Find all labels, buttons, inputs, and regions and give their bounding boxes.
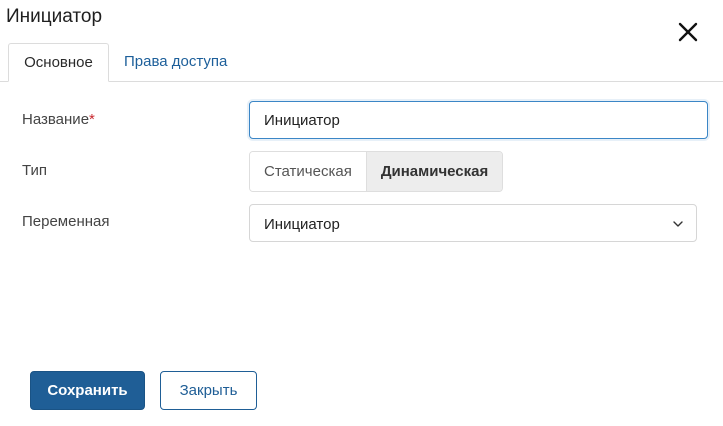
dialog-title: Инициатор [6, 6, 103, 27]
close-icon [678, 22, 698, 42]
name-input[interactable] [249, 101, 708, 139]
tab-access-rights[interactable]: Права доступа [124, 43, 227, 80]
variable-select-value: Инициатор [264, 216, 340, 233]
variable-label: Переменная [22, 213, 110, 230]
name-label: Название* [22, 111, 95, 128]
dialog: Инициатор Основное Права доступа Названи… [0, 0, 723, 426]
chevron-down-icon [673, 221, 683, 227]
type-option-static[interactable]: Статическая [250, 152, 366, 191]
type-toggle: Статическая Динамическая [249, 151, 504, 192]
close-button[interactable] [676, 20, 700, 44]
type-option-dynamic[interactable]: Динамическая [365, 152, 503, 191]
tab-main[interactable]: Основное [8, 43, 109, 82]
tab-bar: Основное Права доступа [0, 43, 723, 82]
save-button[interactable]: Сохранить [30, 371, 145, 410]
name-label-text: Название [22, 111, 90, 128]
type-label: Тип [22, 162, 48, 179]
required-mark: * [89, 111, 95, 128]
variable-select[interactable]: Инициатор [249, 204, 697, 242]
close-dialog-button[interactable]: Закрыть [160, 371, 257, 410]
